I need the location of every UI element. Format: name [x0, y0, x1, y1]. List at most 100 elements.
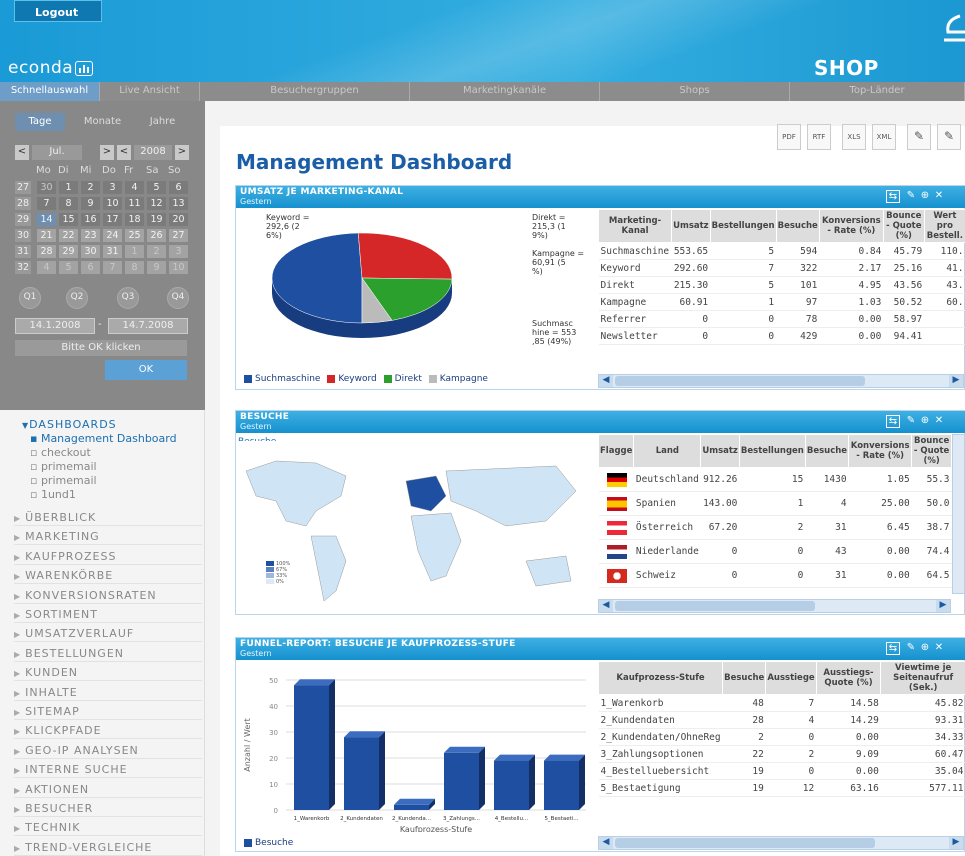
tab-top-laender[interactable]: Top-Länder	[790, 82, 965, 101]
table-row[interactable]: Referrer 0 0 78 0.00 58.97	[598, 310, 965, 328]
bar-3[interactable]	[394, 804, 429, 810]
calendar-day[interactable]: 25	[125, 229, 144, 242]
scroll-right-icon[interactable]: ▶	[949, 375, 963, 387]
sidebar-item-3[interactable]: ▶ WARENKÖRBE	[14, 566, 202, 585]
quarter-q3[interactable]: Q3	[117, 287, 139, 309]
calendar-day[interactable]: 19	[147, 213, 166, 226]
calendar-day[interactable]: 22	[59, 229, 78, 242]
calendar-day[interactable]: 20	[169, 213, 188, 226]
table-row[interactable]: Niederlande 0 0 43 0.00 74.4	[598, 539, 952, 564]
calendar-day[interactable]: 3	[169, 245, 188, 258]
sidebar-item-4[interactable]: ▶ KONVERSIONSRATEN	[14, 586, 202, 604]
edit-icon[interactable]: ✎	[904, 190, 918, 203]
bar-4[interactable]	[444, 752, 479, 810]
horizontal-scrollbar[interactable]: ◀ ▶	[598, 599, 951, 613]
calendar-day[interactable]: 2	[147, 245, 166, 258]
sidebar-subitem-primemail[interactable]: ▫ primemail	[30, 460, 97, 473]
column-header[interactable]: Wert pro Bestell.	[923, 209, 965, 243]
prev-year-button[interactable]: <	[117, 145, 131, 160]
export-rtf-icon[interactable]: RTF	[807, 124, 831, 150]
zoom-icon[interactable]: ⊕	[918, 415, 932, 428]
table-row[interactable]: 4_Bestelluebersicht 19 0 0.00 35.04	[598, 762, 965, 780]
horizontal-scrollbar[interactable]: ◀ ▶	[598, 836, 964, 850]
table-row[interactable]: Deutschland 912.26 15 1430 1.05 55.3	[598, 467, 952, 492]
column-header[interactable]: Bestellungen	[738, 434, 806, 468]
table-row[interactable]: 3_Zahlungsoptionen 22 2 9.09 60.47	[598, 745, 965, 763]
table-row[interactable]: Kampagne 60.91 1 97 1.03 50.52 60.	[598, 293, 965, 311]
calendar-day[interactable]: 16	[81, 213, 100, 226]
column-header[interactable]: Land	[633, 434, 702, 468]
calendar-day[interactable]: 26	[147, 229, 166, 242]
calendar-day[interactable]: 7	[37, 197, 56, 210]
logout-button[interactable]: Logout	[14, 0, 102, 22]
column-header[interactable]: Umsatz	[671, 209, 711, 243]
close-icon[interactable]: ✕	[932, 415, 946, 428]
calendar-day[interactable]: 1	[59, 181, 78, 194]
sidebar-item-13[interactable]: ▶ INTERNE SUCHE	[14, 760, 202, 779]
quarter-q1[interactable]: Q1	[19, 287, 41, 309]
export-xls-icon[interactable]: XLS	[842, 124, 866, 150]
calendar-day[interactable]: 17	[103, 213, 122, 226]
pen-icon[interactable]: ✎	[937, 124, 961, 150]
sidebar-item-9[interactable]: ▶ INHALTE	[14, 683, 202, 701]
close-icon[interactable]: ✕	[932, 642, 946, 655]
scroll-right-icon[interactable]: ▶	[936, 600, 950, 612]
zoom-icon[interactable]: ⊕	[918, 190, 932, 203]
column-header[interactable]: Besuche	[775, 209, 820, 243]
sidebar-subitem-management-dashboard[interactable]: ▪ Management Dashboard	[30, 432, 177, 445]
table-row[interactable]: Österreich 67.20 2 31 6.45 38.7	[598, 515, 952, 540]
table-row[interactable]: 2_Kundendaten 28 4 14.29 93.31	[598, 711, 965, 729]
calendar-day[interactable]: 18	[125, 213, 144, 226]
bar-2[interactable]	[344, 737, 379, 810]
table-row[interactable]: 5_Bestaetigung 19 12 63.16 577.11	[598, 779, 965, 797]
calendar-day[interactable]: 30	[37, 181, 56, 194]
close-icon[interactable]: ✕	[932, 190, 946, 203]
sidebar-item-14[interactable]: ▶ AKTIONEN	[14, 780, 202, 798]
calendar-day[interactable]: 10	[169, 261, 188, 274]
sidebar-item-8[interactable]: ▶ KUNDEN	[14, 663, 202, 682]
vertical-scrollbar[interactable]	[952, 434, 965, 594]
ok-button[interactable]: OK	[105, 360, 187, 380]
calendar-day[interactable]: 31	[103, 245, 122, 258]
sidebar-item-17[interactable]: ▶ TREND-VERGLEICHE	[14, 838, 202, 856]
tab-jahre[interactable]: Jahre	[135, 113, 190, 131]
calendar-day[interactable]: 24	[103, 229, 122, 242]
table-row[interactable]: Direkt 215.30 5 101 4.95 43.56 43.	[598, 276, 965, 294]
zoom-icon[interactable]: ⊕	[918, 642, 932, 655]
sidebar-subitem-primemail-2[interactable]: ▫ primemail	[30, 474, 97, 487]
sidebar-item-10[interactable]: ▶ SITEMAP	[14, 702, 202, 720]
tab-schnellauswahl[interactable]: Schnellauswahl	[0, 82, 100, 101]
column-header[interactable]: Konversions - Rate (%)	[848, 434, 913, 468]
calendar-day[interactable]: 6	[169, 181, 188, 194]
scroll-thumb[interactable]	[615, 601, 815, 611]
pencil-icon[interactable]: ✎	[907, 124, 931, 150]
column-header[interactable]: Ausstiegs-Quote (%)	[815, 661, 882, 695]
calendar-day[interactable]: 27	[169, 229, 188, 242]
sidebar-item-6[interactable]: ▶ UMSATZVERLAUF	[14, 624, 202, 643]
calendar-day[interactable]: 4	[125, 181, 144, 194]
scroll-left-icon[interactable]: ◀	[599, 837, 613, 849]
quarter-q4[interactable]: Q4	[167, 287, 189, 309]
sidebar-item-dashboards[interactable]: ▼DASHBOARDS	[22, 418, 117, 431]
next-month-button[interactable]: >	[100, 145, 114, 160]
sidebar-item-1[interactable]: ▶ MARKETING	[14, 527, 202, 546]
column-header[interactable]: Konversions - Rate (%)	[818, 209, 884, 243]
pie-slice-keyword[interactable]	[357, 232, 453, 280]
sidebar-subitem-checkout[interactable]: ▫ checkout	[30, 446, 91, 459]
toggle-view-icon[interactable]: ⇆	[886, 190, 900, 203]
calendar-day[interactable]: 2	[81, 181, 100, 194]
calendar-day[interactable]: 21	[37, 229, 56, 242]
column-header[interactable]: Besuche	[804, 434, 850, 468]
column-header[interactable]: Bounce - Quote (%)	[882, 209, 925, 243]
bar-6[interactable]	[544, 760, 579, 810]
quarter-q2[interactable]: Q2	[66, 287, 88, 309]
calendar-day[interactable]: 11	[125, 197, 144, 210]
tab-live-ansicht[interactable]: Live Ansicht	[100, 82, 200, 101]
column-header[interactable]: Besuche	[722, 661, 767, 695]
date-from-input[interactable]: 14.1.2008	[15, 318, 95, 334]
sidebar-item-12[interactable]: ▶ GEO-IP ANALYSEN	[14, 741, 202, 759]
sidebar-item-0[interactable]: ▶ ÜBERBLICK	[14, 508, 202, 526]
calendar-day[interactable]: 13	[169, 197, 188, 210]
calendar-day[interactable]: 8	[125, 261, 144, 274]
sidebar-item-11[interactable]: ▶ KLICKPFADE	[14, 721, 202, 740]
